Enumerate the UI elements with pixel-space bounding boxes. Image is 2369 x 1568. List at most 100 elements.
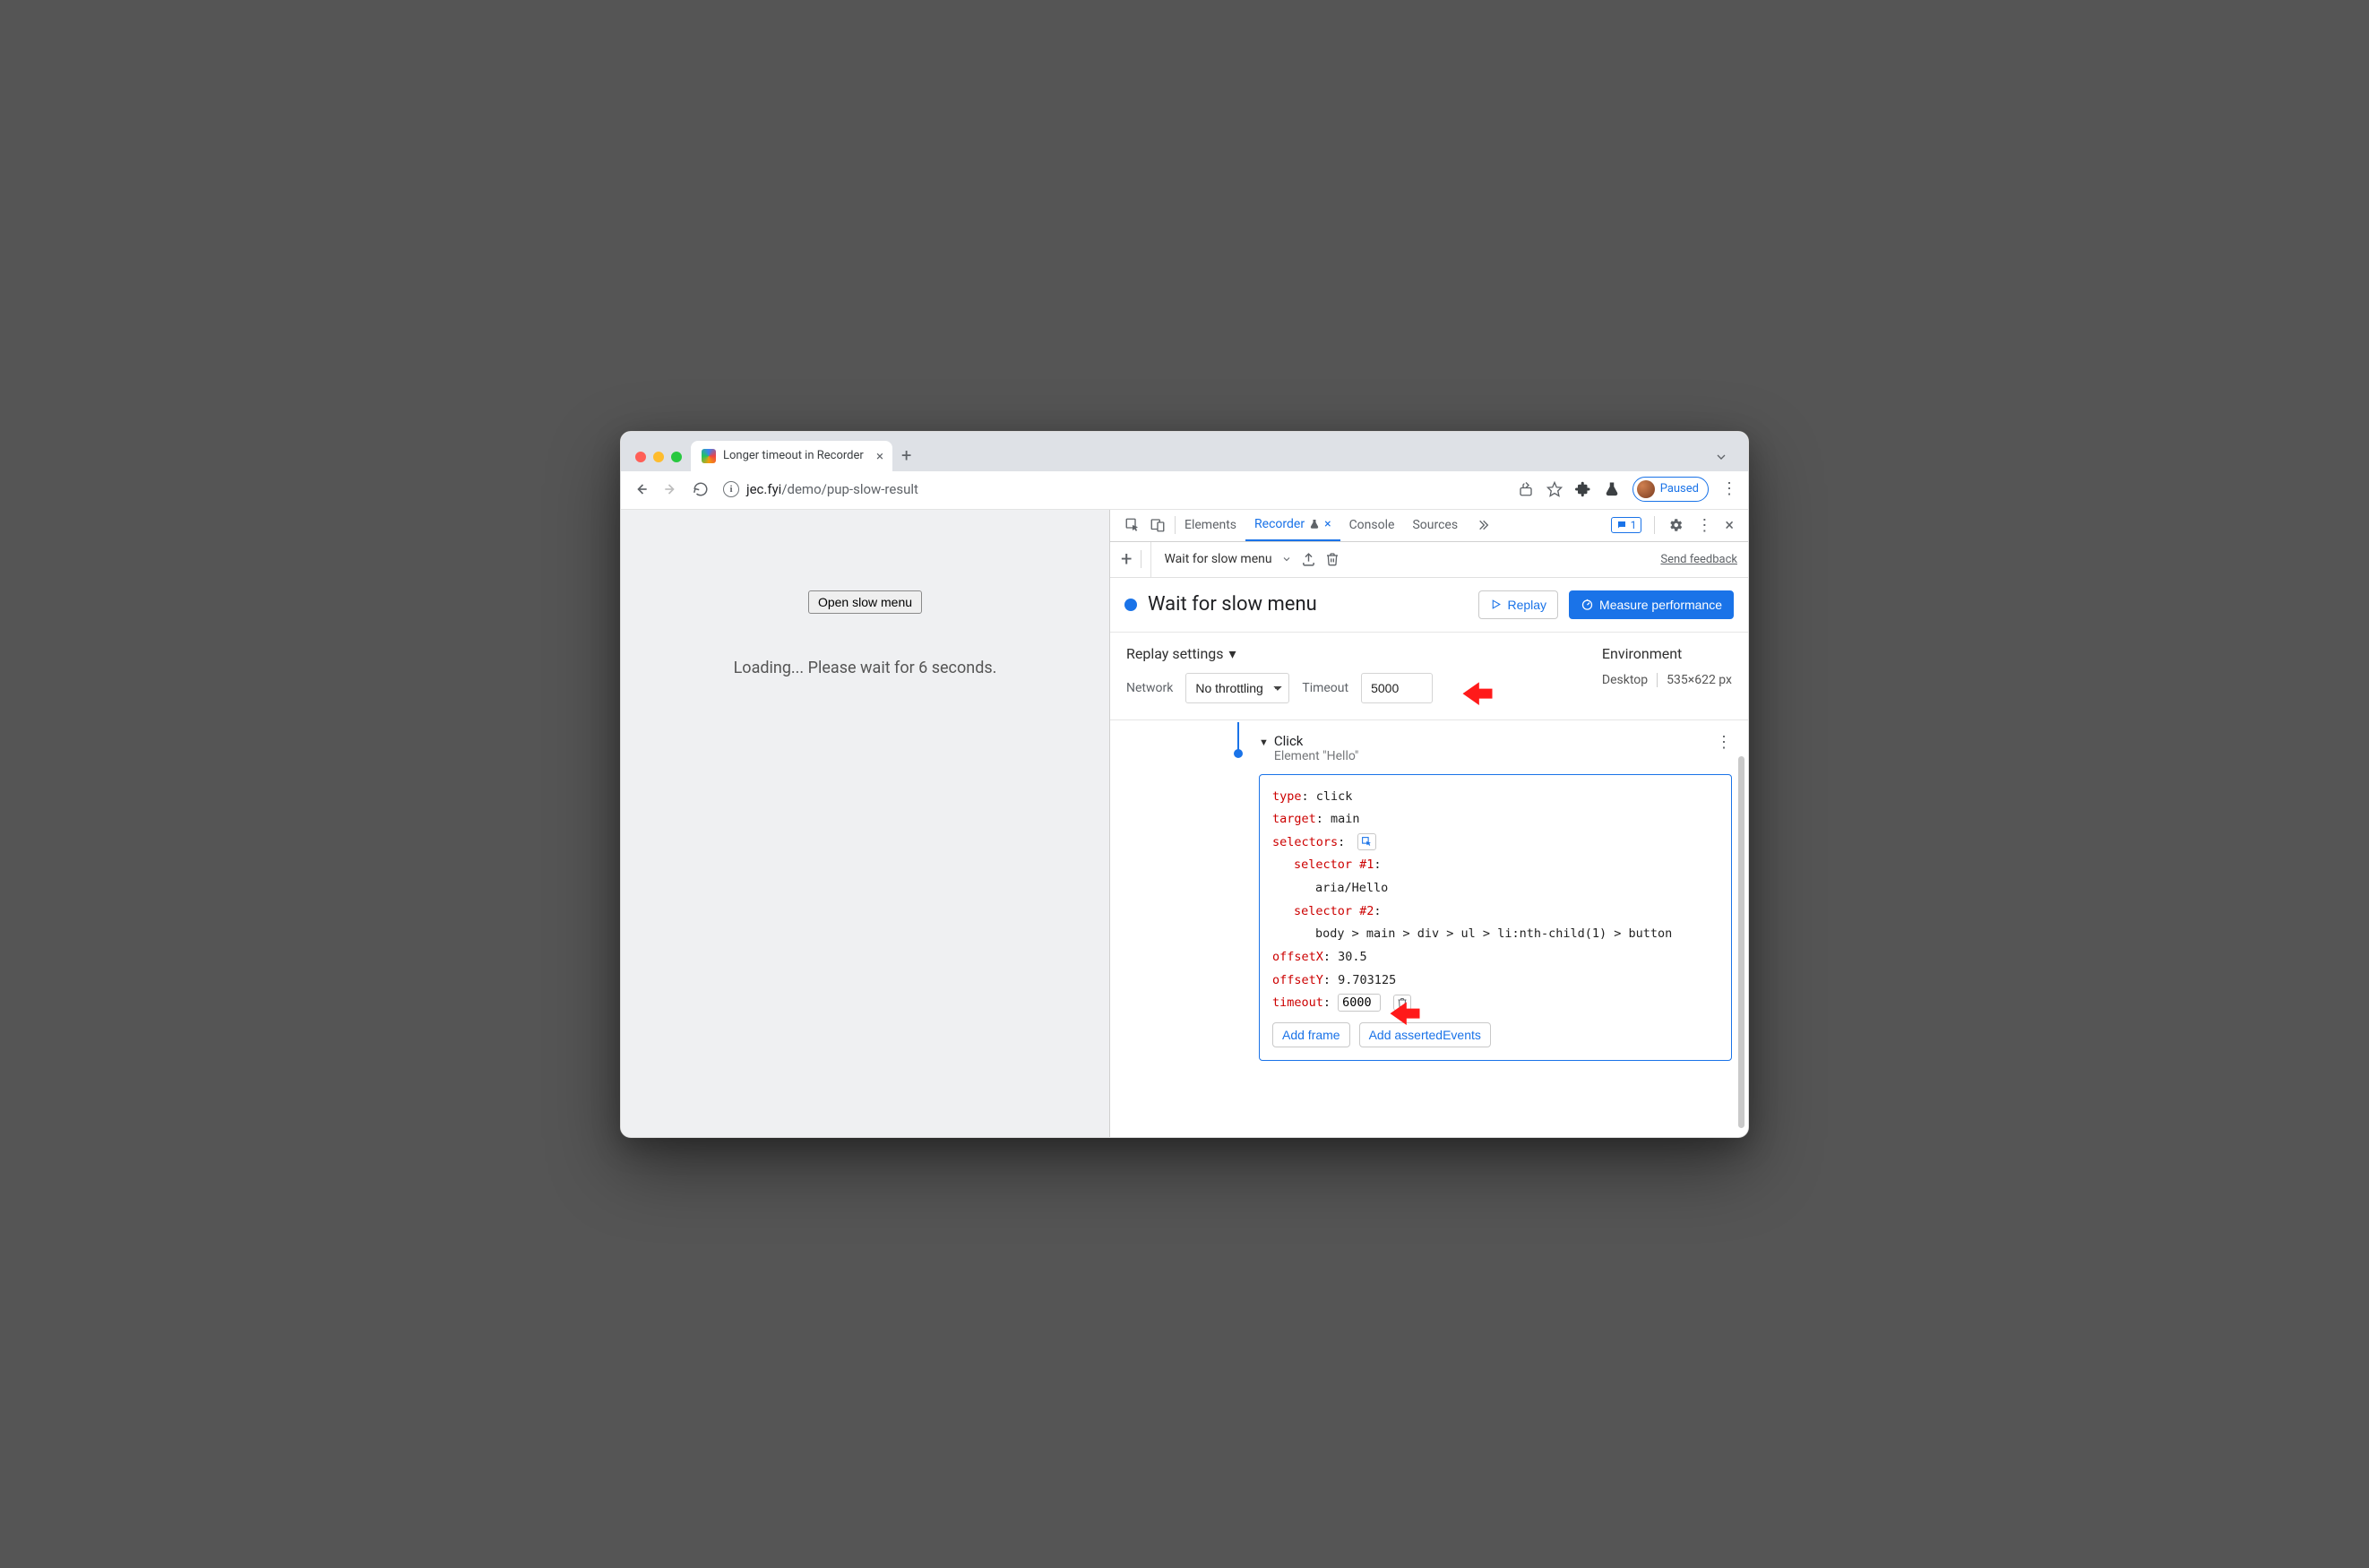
browser-tab[interactable]: Longer timeout in Recorder ×: [691, 441, 892, 471]
devtools-tabs: Elements Recorder × Console Sources 1: [1110, 510, 1748, 542]
add-asserted-events-button[interactable]: Add assertedEvents: [1359, 1022, 1491, 1047]
prop-key: selector #2: [1294, 904, 1374, 918]
replay-settings: Replay settings ▾ Network No throttling …: [1110, 633, 1748, 720]
prop-key: selector #1: [1294, 857, 1374, 872]
prop-key: selectors: [1272, 835, 1338, 849]
paused-label: Paused: [1660, 482, 1699, 495]
browser-menu-icon[interactable]: ⋮: [1721, 479, 1737, 498]
annotation-arrow-icon: [1458, 676, 1497, 715]
recorder-toolbar: + Wait for slow menu Send feedback: [1110, 542, 1748, 578]
step-timeout-input[interactable]: [1338, 994, 1381, 1012]
environment-header: Environment: [1602, 645, 1732, 662]
replay-settings-header[interactable]: Replay settings ▾: [1126, 645, 1433, 662]
caret-down-icon: ▾: [1229, 645, 1236, 662]
prop-key: timeout: [1272, 995, 1323, 1010]
prop-value: main: [1331, 812, 1360, 826]
loading-text: Loading... Please wait for 6 seconds.: [734, 659, 997, 677]
add-frame-button[interactable]: Add frame: [1272, 1022, 1350, 1047]
steps-list[interactable]: ▼ Click Element "Hello" ⋮ type: click ta…: [1110, 720, 1748, 1137]
recording-header: Wait for slow menu Replay Measure perfor…: [1110, 578, 1748, 633]
tab-console[interactable]: Console: [1340, 510, 1404, 541]
replay-label: Replay: [1507, 598, 1546, 612]
site-info-icon[interactable]: i: [723, 481, 739, 497]
caret-down-icon: ▼: [1259, 737, 1269, 748]
throttling-select[interactable]: No throttling: [1185, 673, 1289, 703]
tab-sources[interactable]: Sources: [1403, 510, 1467, 541]
tab-close-icon[interactable]: ×: [876, 448, 883, 464]
timeout-input[interactable]: [1361, 673, 1433, 703]
tab-recorder[interactable]: Recorder ×: [1245, 510, 1340, 541]
recording-title: Wait for slow menu: [1148, 593, 1317, 616]
avatar: [1637, 480, 1655, 498]
browser-window: Longer timeout in Recorder × + i jec.fyi…: [620, 431, 1749, 1138]
prop-key: type: [1272, 789, 1302, 804]
timeline-dot-icon: [1234, 749, 1243, 758]
measure-performance-button[interactable]: Measure performance: [1569, 590, 1734, 619]
devtools-close-icon[interactable]: ×: [1725, 516, 1734, 535]
prop-value: click: [1316, 789, 1353, 804]
favicon-icon: [702, 449, 716, 463]
prop-value: 9.703125: [1338, 973, 1396, 987]
content-split: Open slow menu Loading... Please wait fo…: [621, 510, 1748, 1137]
issues-count: 1: [1631, 519, 1637, 531]
url-path: /demo/pup-slow-result: [781, 481, 918, 497]
url-host: jec.fyi: [746, 481, 781, 497]
step-header[interactable]: ▼ Click Element "Hello" ⋮: [1259, 728, 1732, 767]
nav-forward-icon: [662, 480, 680, 498]
devtools-settings-icon[interactable]: [1667, 517, 1684, 533]
address-bar: i jec.fyi/demo/pup-slow-result Paused ⋮: [621, 471, 1748, 510]
annotation-arrow-icon: [1385, 995, 1425, 1035]
new-recording-button[interactable]: +: [1121, 548, 1132, 571]
devtools-panel: Elements Recorder × Console Sources 1: [1109, 510, 1748, 1137]
window-controls: [632, 452, 691, 471]
prop-value: aria/Hello: [1272, 877, 1719, 900]
step-row: ▼ Click Element "Hello" ⋮ type: click ta…: [1126, 728, 1732, 1061]
browser-tab-bar: Longer timeout in Recorder × +: [621, 432, 1748, 471]
page-viewport: Open slow menu Loading... Please wait fo…: [621, 510, 1109, 1137]
chevron-down-icon: [1281, 554, 1292, 564]
step-details-card: type: click target: main selectors: sele…: [1259, 774, 1732, 1061]
recording-selector[interactable]: Wait for slow menu: [1150, 542, 1291, 577]
tab-more[interactable]: [1467, 510, 1499, 541]
new-tab-button[interactable]: +: [901, 446, 911, 471]
timeline-rail: [1126, 728, 1252, 1061]
issues-badge[interactable]: 1: [1611, 517, 1642, 533]
device-toggle-icon[interactable]: [1150, 517, 1166, 533]
env-device: Desktop: [1602, 673, 1648, 687]
delete-icon[interactable]: [1325, 552, 1340, 566]
chevron-down-icon[interactable]: [1701, 450, 1741, 471]
timeout-label: Timeout: [1302, 681, 1348, 695]
tab-elements[interactable]: Elements: [1176, 510, 1245, 541]
prop-key: target: [1272, 812, 1316, 826]
open-slow-menu-button[interactable]: Open slow menu: [808, 590, 922, 614]
prop-value: body > main > div > ul > li:nth-child(1)…: [1272, 923, 1719, 946]
recording-indicator-icon: [1124, 599, 1137, 611]
prop-key: offsetY: [1272, 973, 1323, 987]
export-icon[interactable]: [1301, 552, 1316, 567]
prop-key: offsetX: [1272, 950, 1323, 964]
recording-name: Wait for slow menu: [1164, 552, 1271, 566]
close-icon[interactable]: ×: [1324, 517, 1331, 531]
url-field[interactable]: i jec.fyi/demo/pup-slow-result: [723, 481, 1505, 497]
labs-flask-icon[interactable]: [1604, 481, 1620, 497]
nav-back-icon[interactable]: [632, 480, 650, 498]
replay-button[interactable]: Replay: [1478, 590, 1558, 619]
share-icon[interactable]: [1518, 481, 1534, 497]
step-subtitle: Element "Hello": [1274, 749, 1359, 763]
send-feedback-link[interactable]: Send feedback: [1660, 553, 1737, 566]
devtools-menu-icon[interactable]: ⋮: [1696, 516, 1712, 535]
window-zoom[interactable]: [671, 452, 682, 462]
bookmark-star-icon[interactable]: [1546, 481, 1563, 497]
profile-paused-chip[interactable]: Paused: [1632, 477, 1709, 502]
tab-title: Longer timeout in Recorder: [723, 449, 864, 462]
pick-selector-icon[interactable]: [1357, 833, 1376, 850]
toolbar-right: Paused ⋮: [1518, 477, 1737, 502]
env-dimensions: 535×622 px: [1657, 673, 1732, 687]
extensions-icon[interactable]: [1575, 481, 1591, 497]
step-menu-icon[interactable]: ⋮: [1716, 733, 1732, 752]
inspect-element-icon[interactable]: [1124, 517, 1141, 533]
window-close[interactable]: [635, 452, 646, 462]
nav-reload-icon[interactable]: [693, 481, 711, 497]
window-minimize[interactable]: [653, 452, 664, 462]
measure-label: Measure performance: [1599, 598, 1722, 612]
